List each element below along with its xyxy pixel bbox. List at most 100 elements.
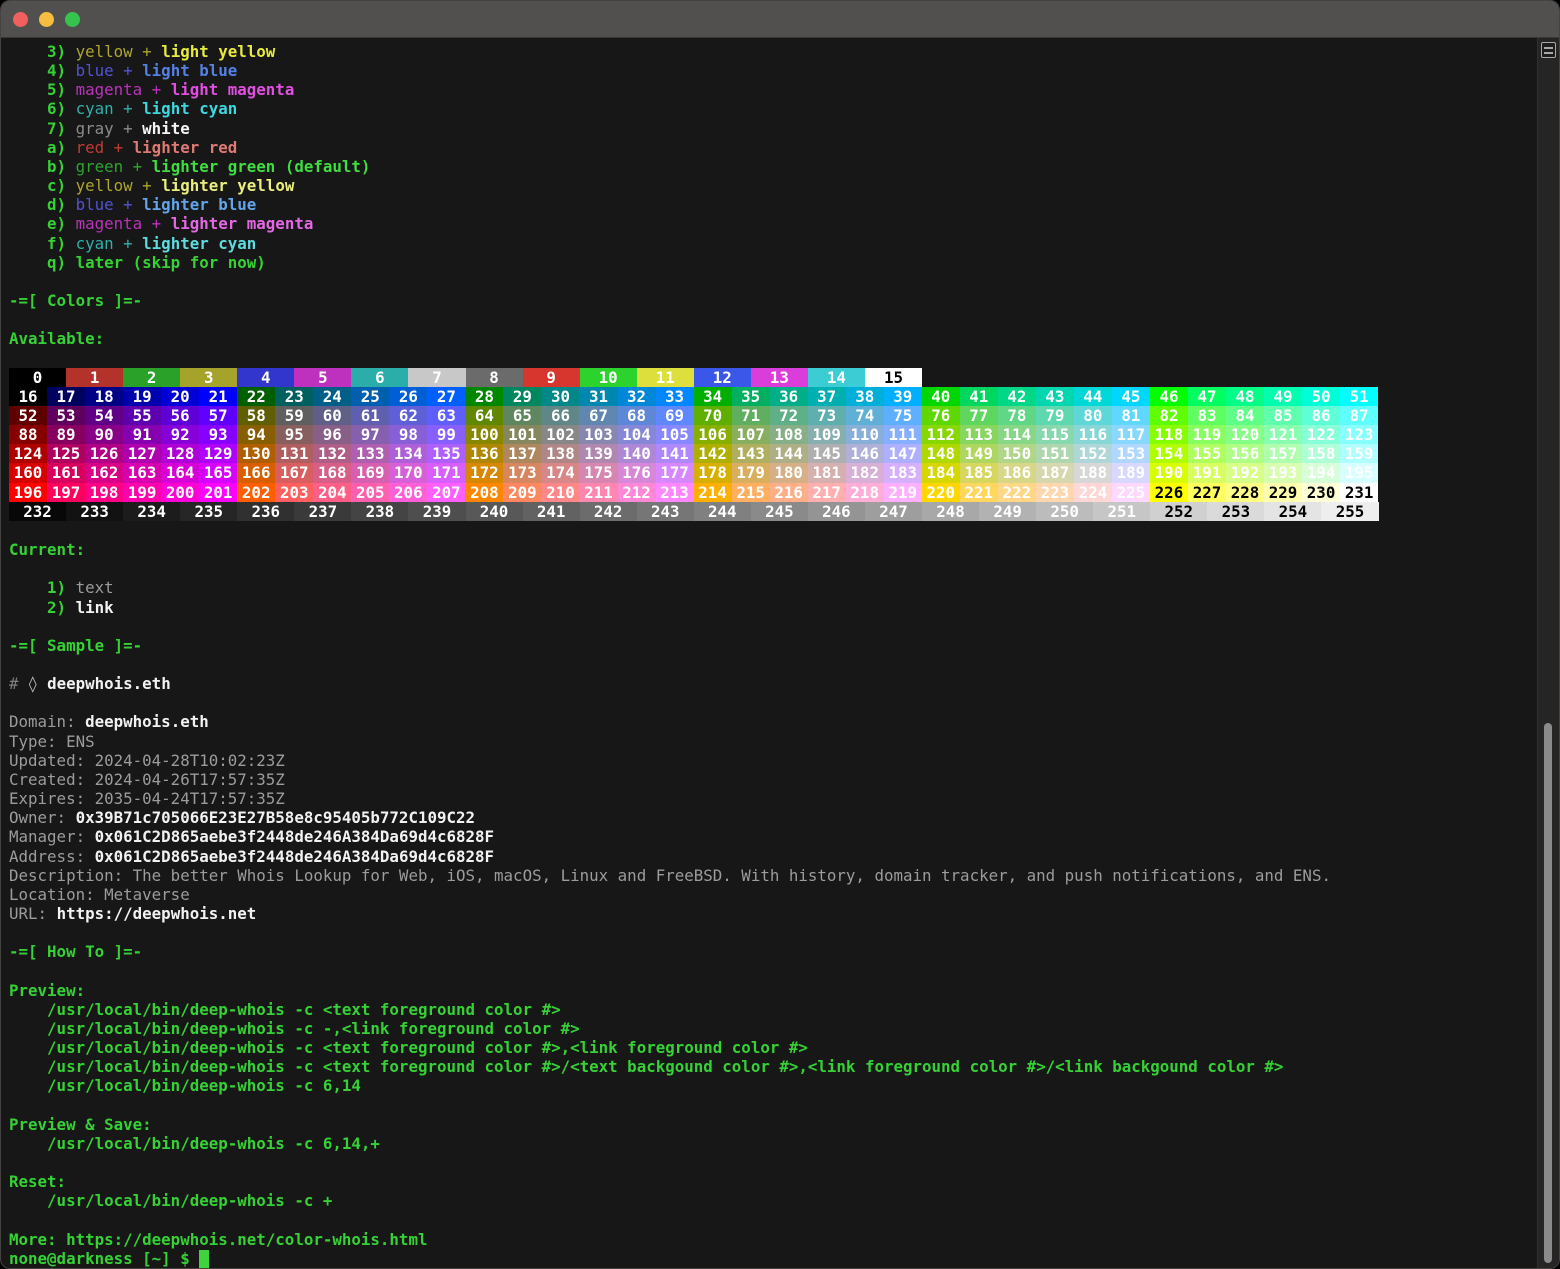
palette-cell-208: 208 — [465, 483, 503, 502]
palette-cell-222: 222 — [998, 483, 1036, 502]
palette-cell-175: 175 — [579, 463, 617, 482]
palette-cell-210: 210 — [541, 483, 579, 502]
text-segment: Preview & Save: — [9, 1115, 152, 1134]
palette-cell-230: 230 — [1302, 483, 1340, 502]
text-segment: lighter green (default) — [152, 157, 371, 176]
terminal-line: none@darkness [~] $ — [9, 1249, 1537, 1268]
palette-cell-142: 142 — [694, 444, 732, 463]
palette-cell-192: 192 — [1226, 463, 1264, 482]
palette-cell-18: 18 — [85, 387, 123, 406]
split-pane-icon[interactable] — [1541, 42, 1556, 58]
palette-cell-87: 87 — [1340, 406, 1378, 425]
scrollbar-track[interactable] — [1537, 38, 1559, 1268]
blank-line — [9, 693, 1537, 712]
palette-cell-113: 113 — [960, 425, 998, 444]
palette-cell-86: 86 — [1302, 406, 1340, 425]
palette-cell-216: 216 — [770, 483, 808, 502]
text-segment: blue + — [76, 61, 143, 80]
palette-cell-150: 150 — [998, 444, 1036, 463]
palette-cell-69: 69 — [656, 406, 694, 425]
text-segment: 0x061C2D865aebe3f2448de246A384Da69d4c682… — [95, 827, 494, 846]
palette-cell-149: 149 — [960, 444, 998, 463]
zoom-button[interactable] — [65, 12, 80, 27]
palette-cell-72: 72 — [770, 406, 808, 425]
palette-cell-110: 110 — [846, 425, 884, 444]
text-segment: /usr/local/bin/deep-whois -c <text foreg… — [9, 1000, 561, 1019]
terminal-line: URL: https://deepwhois.net — [9, 904, 1537, 923]
palette-cell-108: 108 — [770, 425, 808, 444]
palette-cell-189: 189 — [1112, 463, 1150, 482]
terminal-line: q) later (skip for now) — [9, 253, 1537, 272]
palette-cell-233: 233 — [66, 502, 123, 521]
palette-cell-52: 52 — [9, 406, 47, 425]
palette-cell-235: 235 — [180, 502, 237, 521]
scrollbar-thumb[interactable] — [1544, 723, 1552, 1263]
blank-line — [9, 923, 1537, 942]
palette-cell-67: 67 — [579, 406, 617, 425]
palette-cell-54: 54 — [85, 406, 123, 425]
text-segment: -=[ How To ]=- — [9, 942, 142, 961]
palette-row: 1617181920212223242526272829303132333435… — [9, 387, 1537, 406]
palette-cell-203: 203 — [275, 483, 313, 502]
palette-cell-191: 191 — [1188, 463, 1226, 482]
palette-cell-204: 204 — [313, 483, 351, 502]
palette-cell-251: 251 — [1093, 502, 1150, 521]
palette-cell-125: 125 — [47, 444, 85, 463]
palette-cell-252: 252 — [1150, 502, 1207, 521]
text-segment: Type: ENS — [9, 732, 95, 751]
text-segment: d) — [9, 195, 76, 214]
palette-cell-206: 206 — [389, 483, 427, 502]
palette-cell-187: 187 — [1036, 463, 1074, 482]
palette-cell-68: 68 — [618, 406, 656, 425]
text-segment: Reset: — [9, 1172, 66, 1191]
palette-cell-100: 100 — [465, 425, 503, 444]
palette-cell-217: 217 — [808, 483, 846, 502]
palette-cell-176: 176 — [618, 463, 656, 482]
palette-row: 1961971981992002012022032042052062072082… — [9, 483, 1537, 502]
palette-cell-153: 153 — [1112, 444, 1150, 463]
palette-cell-30: 30 — [541, 387, 579, 406]
palette-cell-220: 220 — [922, 483, 960, 502]
palette-cell-131: 131 — [275, 444, 313, 463]
palette-cell-60: 60 — [313, 406, 351, 425]
text-segment: Address: — [9, 847, 95, 866]
terminal-screen[interactable]: 3) yellow + light yellow 4) blue + light… — [1, 38, 1537, 1268]
palette-cell-13: 13 — [751, 368, 808, 387]
text-segment: Created: 2024-04-26T17:57:35Z — [9, 770, 285, 789]
text-segment: cyan + — [76, 234, 143, 253]
text-segment: magenta + — [76, 80, 171, 99]
blank-line — [9, 655, 1537, 674]
palette-cell-240: 240 — [466, 502, 523, 521]
palette-cell-2: 2 — [123, 368, 180, 387]
blank-line — [9, 559, 1537, 578]
palette-cell-11: 11 — [637, 368, 694, 387]
palette-cell-183: 183 — [884, 463, 922, 482]
palette-cell-28: 28 — [465, 387, 503, 406]
text-segment: 6) — [9, 99, 76, 118]
minimize-button[interactable] — [39, 12, 54, 27]
palette-cell-46: 46 — [1150, 387, 1188, 406]
palette-cell-10: 10 — [580, 368, 637, 387]
text-segment: 4) — [9, 61, 76, 80]
palette-cell-167: 167 — [275, 463, 313, 482]
palette-row: 1241251261271281291301311321331341351361… — [9, 444, 1537, 463]
palette-cell-152: 152 — [1074, 444, 1112, 463]
titlebar[interactable] — [1, 1, 1559, 38]
text-segment: Current: — [9, 540, 85, 559]
palette-cell-65: 65 — [503, 406, 541, 425]
palette-cell-163: 163 — [123, 463, 161, 482]
palette-cell-130: 130 — [237, 444, 275, 463]
palette-cell-195: 195 — [1340, 463, 1378, 482]
blank-line — [9, 1096, 1537, 1115]
terminal-line: Created: 2024-04-26T17:57:35Z — [9, 770, 1537, 789]
palette-cell-37: 37 — [808, 387, 846, 406]
palette-cell-246: 246 — [808, 502, 865, 521]
close-button[interactable] — [13, 12, 28, 27]
text-segment: Owner: — [9, 808, 76, 827]
blank-line — [9, 1211, 1537, 1230]
palette-cell-103: 103 — [579, 425, 617, 444]
palette-cell-148: 148 — [922, 444, 960, 463]
text-segment: later (skip for now) — [76, 253, 266, 272]
palette-cell-26: 26 — [389, 387, 427, 406]
text-segment: Manager: — [9, 827, 95, 846]
